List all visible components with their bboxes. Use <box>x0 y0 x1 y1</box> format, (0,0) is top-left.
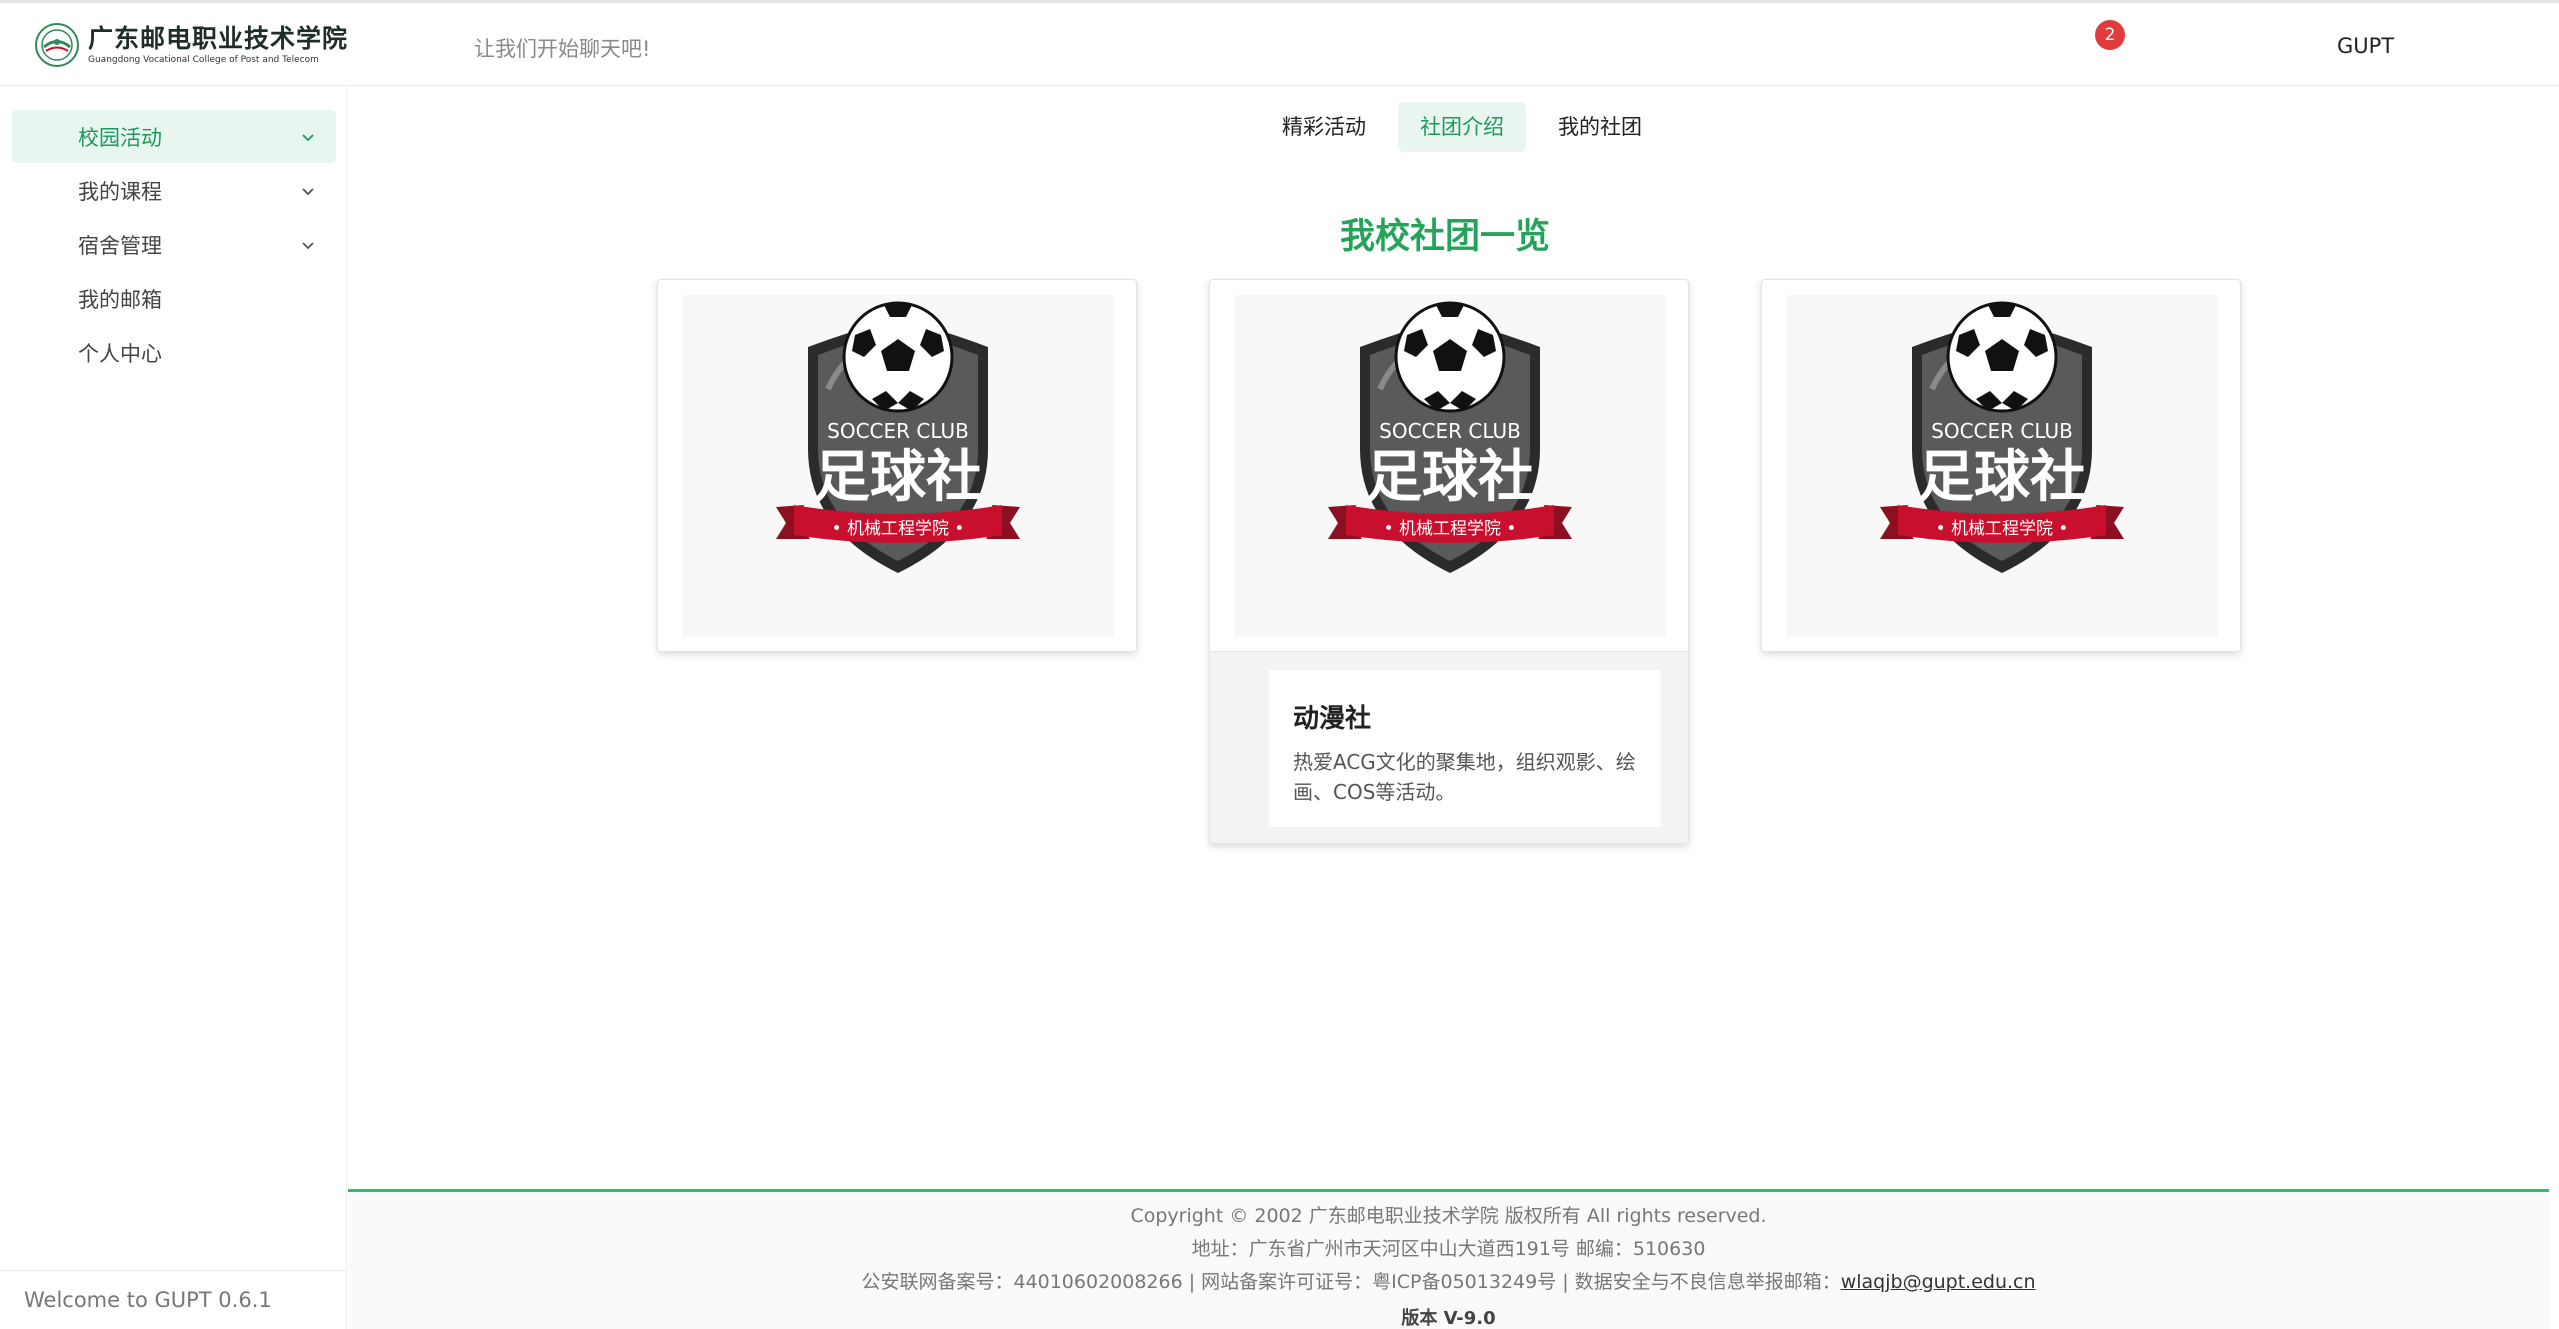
chat-hint-text[interactable]: 让我们开始聊天吧! <box>474 33 650 63</box>
logo-club-cn: 足球社 <box>814 445 982 510</box>
tab-club-intro[interactable]: 社团介绍 <box>1398 102 1526 152</box>
college-name-en: Guangdong Vocational College of Post and… <box>88 55 319 65</box>
sidebar-item-label: 个人中心 <box>78 341 162 366</box>
notification-badge[interactable]: 2 <box>2095 20 2125 50</box>
soccer-club-logo-icon: SOCCER CLUB 足球社 • 机械工程学院 • <box>1880 301 2124 573</box>
club-description: 热爱ACG文化的聚集地，组织观影、绘画、COS等活动。 <box>1293 750 1636 804</box>
tab-highlight-activities[interactable]: 精彩活动 <box>1260 102 1388 152</box>
college-name-cn: 广东邮电职业技术学院 <box>88 24 349 53</box>
club-card[interactable]: SOCCER CLUB 足球社 • 机械工程学院 • <box>657 279 1137 652</box>
logo-club-cn: 足球社 <box>1366 445 1534 510</box>
sidebar-item-label: 宿舍管理 <box>78 233 162 258</box>
chevron-down-icon <box>302 188 314 196</box>
logo-club-en: SOCCER CLUB <box>1379 419 1521 443</box>
sidebar-item-my-mailbox[interactable]: 我的邮箱 <box>12 272 336 325</box>
logo-ribbon-text: • 机械工程学院 • <box>832 519 965 539</box>
sidebar-item-campus-activities[interactable]: 校园活动 <box>12 110 336 163</box>
club-card[interactable]: SOCCER CLUB 足球社 • 机械工程学院 • <box>1761 279 2241 652</box>
sidebar-item-personal-center[interactable]: 个人中心 <box>12 326 336 379</box>
college-emblem-icon <box>35 23 79 67</box>
club-logo-image: SOCCER CLUB 足球社 • 机械工程学院 • <box>1762 280 2240 651</box>
activity-tabs: 精彩活动 社团介绍 我的社团 <box>1260 102 1674 152</box>
club-name: 动漫社 <box>1293 704 1372 734</box>
club-card[interactable]: SOCCER CLUB 足球社 • 机械工程学院 • 动漫社 热爱ACG文化的聚… <box>1209 279 1689 844</box>
sidebar-item-label: 我的课程 <box>78 179 162 204</box>
record-info: 公安联网备案号：44010602008266 | 网站备案许可证号：粤ICP备0… <box>348 1267 2549 1294</box>
report-email-link[interactable]: wlaqjb@gupt.edu.cn <box>1841 1271 2036 1293</box>
version-text: 版本 V-9.0 <box>1401 1308 1496 1329</box>
sidebar: 校园活动 我的课程 宿舍管理 我的邮箱 个人中心 Welcome to GUPT… <box>0 87 347 1329</box>
club-logo-image: SOCCER CLUB 足球社 • 机械工程学院 • <box>1210 280 1688 651</box>
tab-my-clubs[interactable]: 我的社团 <box>1536 102 1664 152</box>
page-footer: Copyright © 2002 广东邮电职业技术学院 版权所有 All rig… <box>348 1189 2549 1329</box>
sidebar-item-my-courses[interactable]: 我的课程 <box>12 164 336 217</box>
club-logo-image: SOCCER CLUB 足球社 • 机械工程学院 • <box>658 280 1136 651</box>
chevron-down-icon <box>302 134 314 142</box>
page-title: 我校社团一览 <box>1340 217 1551 257</box>
welcome-version-text: Welcome to GUPT 0.6.1 <box>24 1288 272 1312</box>
logo-ribbon-text: • 机械工程学院 • <box>1936 519 2069 539</box>
logo-club-en: SOCCER CLUB <box>1931 419 2073 443</box>
address-text: 地址：广东省广州市天河区中山大道西191号 邮编：510630 <box>1191 1238 1706 1260</box>
chevron-down-icon <box>302 242 314 250</box>
user-name[interactable]: GUPT <box>2337 34 2394 58</box>
sidebar-item-dorm-management[interactable]: 宿舍管理 <box>12 218 336 271</box>
logo-club-cn: 足球社 <box>1918 445 2086 510</box>
copyright-text: Copyright © 2002 广东邮电职业技术学院 版权所有 All rig… <box>1130 1205 1767 1227</box>
sidebar-item-label: 我的邮箱 <box>78 287 162 312</box>
soccer-club-logo-icon: SOCCER CLUB 足球社 • 机械工程学院 • <box>776 301 1020 573</box>
logo-ribbon-text: • 机械工程学院 • <box>1384 519 1517 539</box>
logo-club-en: SOCCER CLUB <box>827 419 969 443</box>
club-card-details: 动漫社 热爱ACG文化的聚集地，组织观影、绘画、COS等活动。 <box>1210 651 1688 843</box>
top-header: 广东邮电职业技术学院 Guangdong Vocational College … <box>0 0 2559 86</box>
sidebar-item-label: 校园活动 <box>78 125 162 150</box>
sidebar-footer: Welcome to GUPT 0.6.1 <box>0 1270 347 1329</box>
college-logo[interactable]: 广东邮电职业技术学院 Guangdong Vocational College … <box>34 22 348 68</box>
record-numbers-text: 公安联网备案号：44010602008266 | 网站备案许可证号：粤ICP备0… <box>861 1271 1841 1293</box>
soccer-club-logo-icon: SOCCER CLUB 足球社 • 机械工程学院 • <box>1328 301 1572 573</box>
